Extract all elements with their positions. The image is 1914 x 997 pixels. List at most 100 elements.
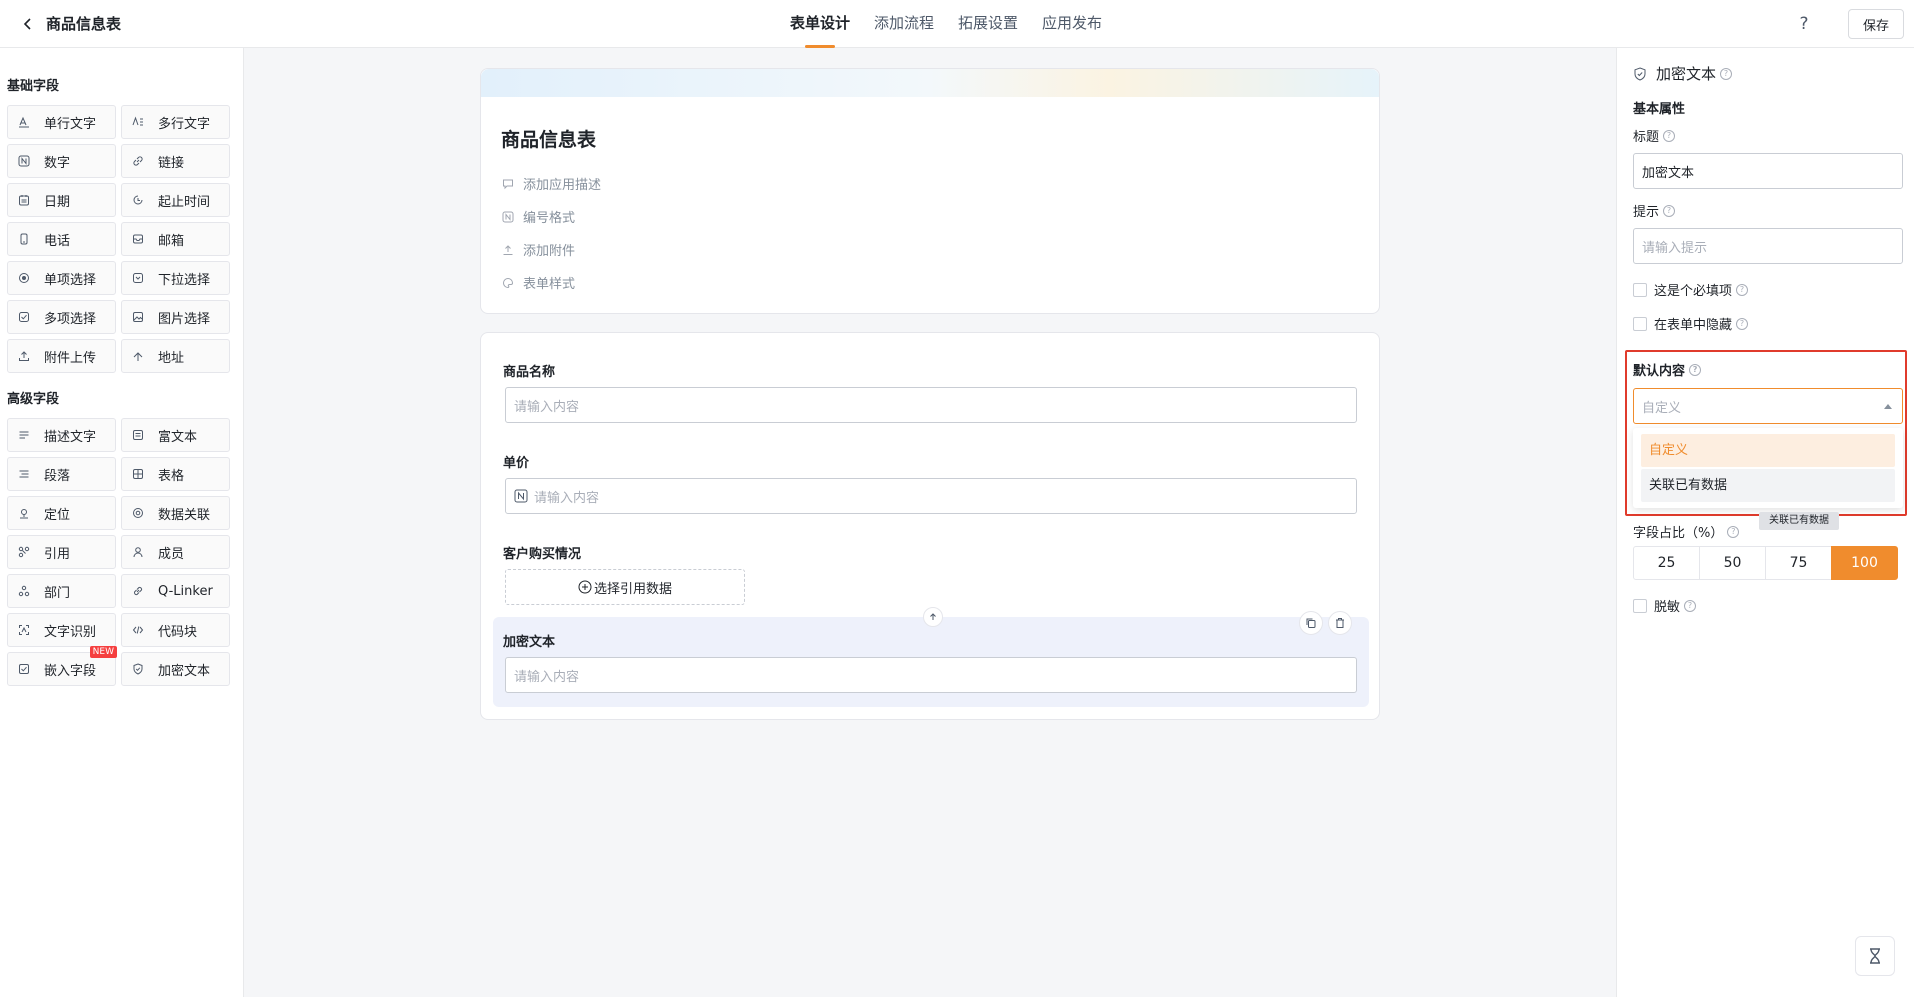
new-badge: NEW <box>89 646 117 658</box>
help-circle-icon[interactable]: ? <box>1736 317 1749 330</box>
field-data-relation[interactable]: 数据关联 <box>121 496 230 530</box>
field-attachment[interactable]: 附件上传 <box>7 339 116 373</box>
copy-icon[interactable] <box>1299 611 1323 635</box>
select-reference-button[interactable]: 选择引用数据 <box>505 569 745 605</box>
field-date[interactable]: 日期 <box>7 183 116 217</box>
shield-icon <box>131 662 145 676</box>
help-circle-icon[interactable]: ? <box>1663 129 1676 142</box>
hint-prop-input[interactable]: 请输入提示 <box>1633 228 1903 264</box>
form-canvas: 商品信息表 添加应用描述 编号格式 添加附件 表单样式 商品名称 请输入内容 单… <box>480 68 1380 720</box>
checkbox[interactable] <box>1633 316 1647 331</box>
checkbox-icon <box>17 310 31 324</box>
caret-up-icon <box>1884 404 1892 409</box>
palette-icon <box>501 276 515 290</box>
field-encrypted-text[interactable]: 加密文本 <box>121 652 230 686</box>
paragraph-icon <box>17 467 31 481</box>
field-link[interactable]: 链接 <box>121 144 230 178</box>
field-address[interactable]: 地址 <box>121 339 230 373</box>
radio-icon <box>17 271 31 285</box>
field-paragraph[interactable]: 段落 <box>7 457 116 491</box>
help-circle-icon[interactable]: ? <box>1663 204 1676 217</box>
encrypted-text-input[interactable]: 请输入内容 <box>505 657 1357 693</box>
default-content-select[interactable]: 自定义 <box>1633 388 1903 424</box>
required-checkbox[interactable]: 这是个必填项? <box>1633 280 1749 299</box>
user-icon <box>131 545 145 559</box>
field-code-block[interactable]: 代码块 <box>121 613 230 647</box>
number-format-link[interactable]: 编号格式 <box>501 200 601 233</box>
add-attachment-link[interactable]: 添加附件 <box>501 233 601 266</box>
form-header-banner <box>481 69 1379 97</box>
map-pin-icon <box>17 506 31 520</box>
help-circle-icon[interactable]: ? <box>1720 67 1733 80</box>
time-range-icon <box>131 193 145 207</box>
field-ratio-group: 25 50 75 100 <box>1633 546 1898 580</box>
help-circle-icon[interactable]: ? <box>1689 363 1702 376</box>
field-reference[interactable]: 引用 <box>7 535 116 569</box>
plus-circle-icon <box>578 580 592 594</box>
field-q-linker[interactable]: Q-Linker <box>121 574 230 608</box>
phone-icon <box>17 232 31 246</box>
move-up-icon[interactable] <box>923 607 943 627</box>
field-location[interactable]: 定位 <box>7 496 116 530</box>
field-image-select[interactable]: 图片选择 <box>121 300 230 334</box>
price-input[interactable]: 请输入内容 <box>505 478 1357 514</box>
field-number[interactable]: 数字 <box>7 144 116 178</box>
title-prop-input[interactable]: 加密文本 <box>1633 153 1903 189</box>
ratio-100-button[interactable]: 100 <box>1831 546 1898 580</box>
field-phone[interactable]: 电话 <box>7 222 116 256</box>
tab-add-flow[interactable]: 添加流程 <box>874 0 934 48</box>
field-radio[interactable]: 单项选择 <box>7 261 116 295</box>
field-rich-text[interactable]: 富文本 <box>121 418 230 452</box>
checkbox[interactable] <box>1633 282 1647 297</box>
tab-publish[interactable]: 应用发布 <box>1042 0 1102 48</box>
option-linked-data[interactable]: 关联已有数据 <box>1641 469 1895 502</box>
ratio-75-button[interactable]: 75 <box>1765 546 1832 580</box>
field-checkbox[interactable]: 多项选择 <box>7 300 116 334</box>
field-email[interactable]: 邮箱 <box>121 222 230 256</box>
ratio-50-button[interactable]: 50 <box>1699 546 1766 580</box>
field-description[interactable]: 描述文字 <box>7 418 116 452</box>
hourglass-icon[interactable] <box>1855 936 1895 976</box>
field-ratio-label: 字段占比（%）? <box>1633 522 1740 541</box>
field-table[interactable]: 表格 <box>121 457 230 491</box>
default-content-label: 默认内容? <box>1633 360 1702 379</box>
field-dropdown[interactable]: 下拉选择 <box>121 261 230 295</box>
mask-checkbox[interactable]: 脱敏? <box>1633 596 1697 615</box>
tab-extend-settings[interactable]: 拓展设置 <box>958 0 1018 48</box>
location-pin-icon <box>131 349 145 363</box>
help-circle-icon[interactable]: ? <box>1727 525 1740 538</box>
tab-form-design[interactable]: 表单设计 <box>790 0 850 48</box>
checkbox[interactable] <box>1633 598 1647 613</box>
app-title: 商品信息表 <box>46 15 122 33</box>
form-title[interactable]: 商品信息表 <box>501 125 596 152</box>
hidden-checkbox[interactable]: 在表单中隐藏? <box>1633 314 1749 333</box>
field-date-range[interactable]: 起止时间 <box>121 183 230 217</box>
department-icon <box>17 584 31 598</box>
embed-icon <box>17 662 31 676</box>
form-meta-list: 添加应用描述 编号格式 添加附件 表单样式 <box>501 167 601 299</box>
add-description-link[interactable]: 添加应用描述 <box>501 167 601 200</box>
field-department[interactable]: 部门 <box>7 574 116 608</box>
field-multi-line[interactable]: 多行文字 <box>121 105 230 139</box>
selected-encrypted-field[interactable]: 加密文本 请输入内容 <box>493 607 1369 707</box>
field-embed[interactable]: 嵌入字段 NEW <box>7 646 117 686</box>
back-icon[interactable] <box>16 12 40 36</box>
field-ocr[interactable]: 文字识别 <box>7 613 116 647</box>
default-content-dropdown: 自定义 关联已有数据 <box>1633 428 1903 508</box>
option-tooltip: 关联已有数据 <box>1759 512 1839 530</box>
form-style-link[interactable]: 表单样式 <box>501 266 601 299</box>
option-custom[interactable]: 自定义 <box>1641 434 1895 467</box>
main-tabs: 表单设计 添加流程 拓展设置 应用发布 <box>790 0 1102 48</box>
save-button[interactable]: 保存 <box>1848 9 1904 39</box>
calendar-icon <box>17 193 31 207</box>
help-circle-icon[interactable]: ? <box>1684 599 1697 612</box>
product-name-input[interactable]: 请输入内容 <box>505 387 1357 423</box>
delete-icon[interactable] <box>1328 611 1352 635</box>
help-circle-icon[interactable]: ? <box>1736 283 1749 296</box>
customer-purchase-label: 客户购买情况 <box>503 547 582 562</box>
field-member[interactable]: 成员 <box>121 535 230 569</box>
ratio-25-button[interactable]: 25 <box>1633 546 1700 580</box>
help-icon[interactable]: ? <box>1792 12 1816 36</box>
field-single-line[interactable]: 单行文字 <box>7 105 116 139</box>
basic-fields-grid: 单行文字 多行文字 数字 链接 日期 起止时间 电话 邮箱 单项选择 下拉选择 … <box>7 105 230 373</box>
